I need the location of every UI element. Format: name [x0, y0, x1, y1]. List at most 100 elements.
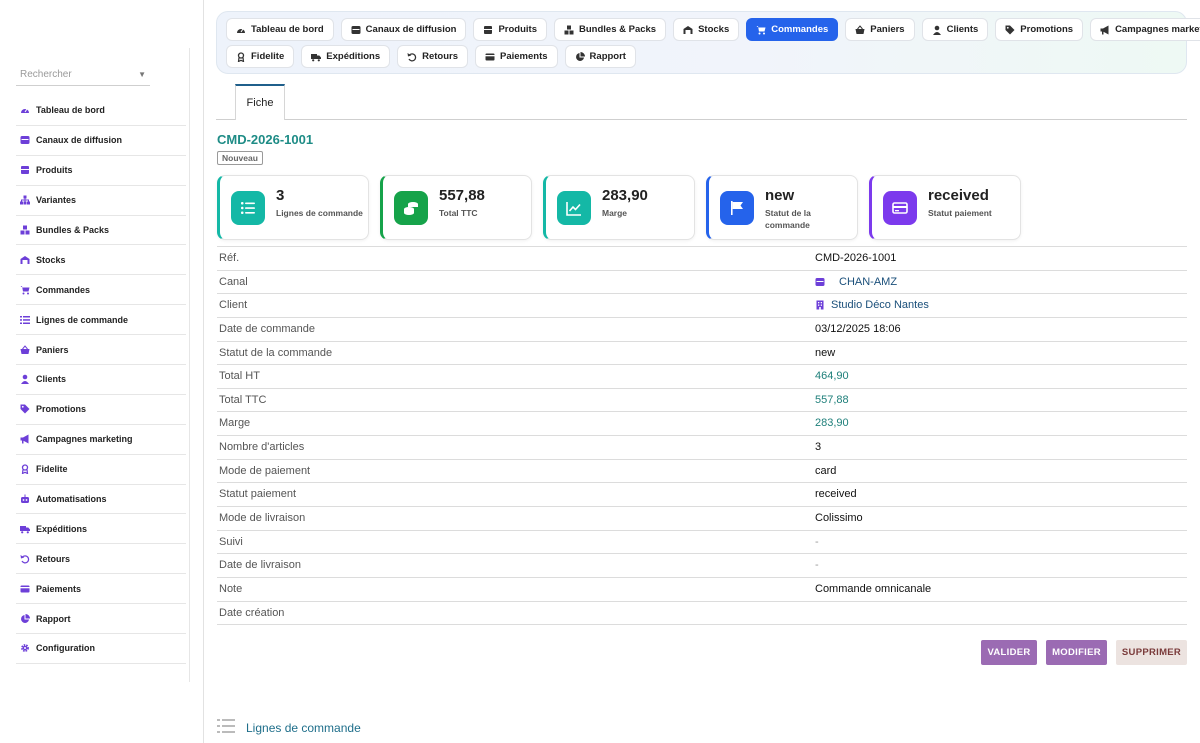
nav-tab-label: Canaux de diffusion	[365, 24, 457, 35]
chevron-down-icon[interactable]: ▼	[138, 70, 146, 79]
detail-value: -	[815, 559, 819, 571]
sidebar-item-commandes[interactable]: Commandes	[16, 275, 186, 306]
sidebar-item-stocks[interactable]: Stocks	[16, 245, 186, 276]
stocks-icon	[20, 255, 30, 265]
gear-icon	[20, 643, 30, 653]
detail-label: Mode de paiement	[219, 464, 311, 477]
detail-value[interactable]: CHAN-AMZ	[815, 276, 897, 288]
nav-tab-commandes[interactable]: Commandes	[746, 18, 839, 41]
nav-tab-fidelite[interactable]: Fidelite	[226, 45, 295, 68]
coins-icon	[394, 191, 428, 225]
nav-tab-produits[interactable]: Produits	[473, 18, 547, 41]
sidebar-item-configuration[interactable]: Configuration	[16, 634, 186, 664]
detail-value-text: 557,88	[815, 393, 849, 406]
sidebar-item-lignes-de-commande[interactable]: Lignes de commande	[16, 305, 186, 336]
nav-tab-label: Fidelite	[251, 51, 285, 62]
nav-tab-rapport[interactable]: Rapport	[564, 45, 636, 68]
card-icon	[20, 584, 30, 594]
stat-card: new Statut de la commande	[706, 175, 858, 240]
detail-value: Commande omnicanale	[815, 583, 931, 595]
nav-tab-stocks[interactable]: Stocks	[673, 18, 740, 41]
list-icon	[217, 718, 235, 737]
detail-row: Date de livraison -	[217, 554, 1187, 578]
top-nav-row-1: Tableau de bord Canaux de diffusion Produi…	[226, 18, 1200, 41]
sidebar-item-label: Lignes de commande	[36, 314, 129, 325]
delete-button[interactable]: SUPPRIMER	[1116, 640, 1187, 665]
basket-icon	[855, 24, 865, 35]
tab-fiche[interactable]: Fiche	[235, 84, 285, 120]
sidebar-item-label: Clients	[36, 374, 67, 385]
award-icon	[20, 464, 30, 475]
list-icon	[231, 191, 265, 225]
detail-row: Mode de livraison Colissimo	[217, 507, 1187, 531]
sidebar-item-campagnes-marketing[interactable]: Campagnes marketing	[16, 425, 186, 455]
detail-row: Mode de paiement card	[217, 460, 1187, 484]
sidebar-item-clients[interactable]: Clients	[16, 365, 186, 395]
bundles-icon	[564, 25, 574, 35]
dashboard-icon	[20, 105, 30, 115]
detail-value: 557,88	[815, 394, 849, 406]
sidebar-item-bundles-packs[interactable]: Bundles & Packs	[16, 216, 186, 246]
sidebar-item-tableau-de-bord[interactable]: Tableau de bord	[16, 96, 186, 126]
nav-tab-canaux-de-diffusion[interactable]: Canaux de diffusion	[340, 18, 467, 41]
detail-value-text: 283,90	[815, 417, 849, 430]
detail-value-text: Commande omnicanale	[815, 582, 932, 595]
sidebar-search[interactable]: Rechercher ▼	[16, 66, 150, 86]
modify-button[interactable]: MODIFIER	[1046, 640, 1107, 665]
sidebar-item-variantes[interactable]: Variantes	[16, 186, 186, 216]
detail-value[interactable]: Studio Déco Nantes	[815, 299, 929, 311]
detail-value: card	[815, 465, 836, 477]
stat-value: 3	[276, 187, 285, 204]
sidebar-item-produits[interactable]: Produits	[16, 156, 186, 186]
sidebar-item-label: Promotions	[36, 404, 87, 415]
user-icon	[20, 374, 30, 385]
validate-button[interactable]: VALIDER	[981, 640, 1037, 665]
undo-icon	[407, 52, 417, 62]
stat-value: received	[928, 187, 989, 204]
nav-tab-bundles-packs[interactable]: Bundles & Packs	[554, 18, 667, 41]
nav-tab-campagnes-marketing[interactable]: Campagnes marketing	[1090, 18, 1200, 41]
sidebar-item-paiements[interactable]: Paiements	[16, 574, 186, 605]
sidebar-item-label: Automatisations	[36, 494, 107, 505]
nav-tab-exp-ditions[interactable]: Expéditions	[301, 45, 391, 68]
robot-icon	[20, 494, 30, 504]
nav-tab-tableau-de-bord[interactable]: Tableau de bord	[226, 18, 334, 41]
sidebar-item-promotions[interactable]: Promotions	[16, 395, 186, 425]
order-lines-section[interactable]: Lignes de commande	[217, 718, 361, 737]
sidebar-item-automatisations[interactable]: Automatisations	[16, 485, 186, 515]
sidebar-item-paniers[interactable]: Paniers	[16, 335, 186, 366]
sidebar-item-retours[interactable]: Retours	[16, 544, 186, 575]
detail-value: 03/12/2025 18:06	[815, 323, 901, 335]
detail-value: -	[815, 536, 819, 548]
detail-label: Total HT	[219, 370, 260, 383]
nav-tab-label: Paniers	[870, 24, 905, 35]
dashboard-icon	[236, 25, 246, 35]
detail-value: 464,90	[815, 370, 849, 382]
sidebar-item-exp-ditions[interactable]: Expéditions	[16, 514, 186, 545]
nav-tab-paniers[interactable]: Paniers	[845, 18, 915, 41]
detail-value-text: -	[815, 559, 819, 572]
sidebar-item-rapport[interactable]: Rapport	[16, 604, 186, 635]
record-tabs: Fiche	[216, 84, 1187, 120]
nav-tab-clients[interactable]: Clients	[921, 18, 989, 41]
stat-label: Statut paiement	[928, 208, 992, 218]
stat-value: new	[765, 187, 795, 204]
basket-icon	[20, 344, 30, 355]
detail-label: Marge	[219, 417, 251, 430]
sidebar-item-fidelite[interactable]: Fidelite	[16, 455, 186, 485]
detail-row: Marge 283,90	[217, 412, 1187, 437]
section-title: Lignes de commande	[246, 720, 361, 735]
sidebar-item-canaux-de-diffusion[interactable]: Canaux de diffusion	[16, 126, 186, 156]
nav-tab-retours[interactable]: Retours	[397, 45, 469, 68]
sidebar-item-label: Expéditions	[36, 523, 88, 534]
detail-value-text: Colissimo	[815, 512, 863, 525]
nav-tab-promotions[interactable]: Promotions	[995, 18, 1084, 41]
card-icon	[485, 52, 495, 62]
sidebar-item-label: Stocks	[36, 254, 66, 265]
detail-row: Réf. CMD-2026-1001	[217, 247, 1187, 271]
detail-row: Client Studio Déco Nantes	[217, 294, 1187, 318]
sidebar-item-label: Paiements	[36, 583, 82, 594]
nav-tab-label: Stocks	[698, 24, 730, 35]
detail-row: Suivi -	[217, 531, 1187, 555]
nav-tab-paiements[interactable]: Paiements	[475, 45, 558, 68]
